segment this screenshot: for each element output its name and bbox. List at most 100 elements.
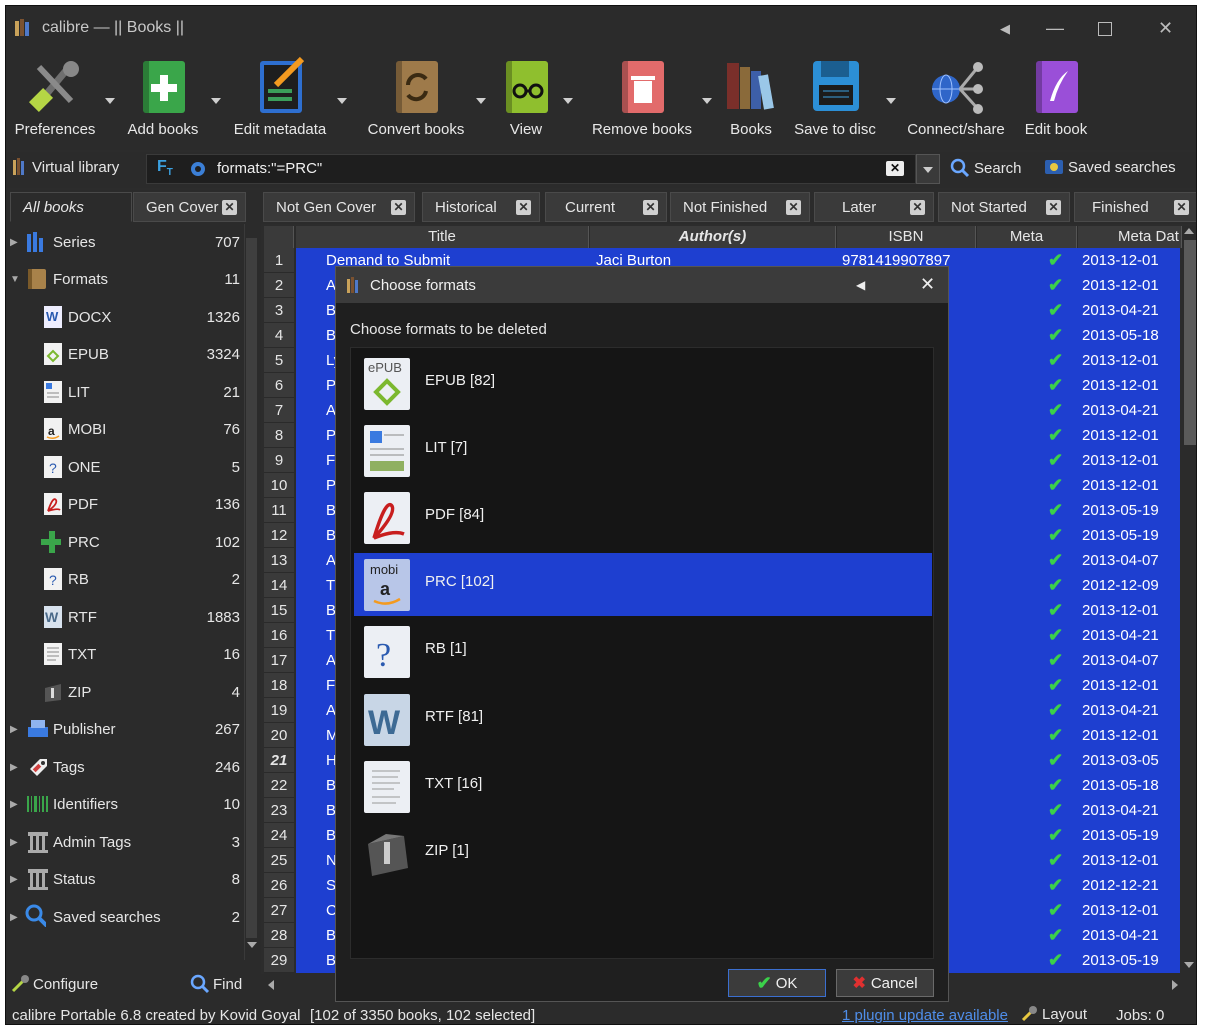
expand-arrow-icon[interactable]: ▶ (10, 912, 18, 923)
sidebar-item-mobi[interactable]: a MOBI 76 (6, 411, 244, 447)
back-arrow-icon[interactable]: ◀ (856, 278, 865, 292)
expand-arrow-icon[interactable]: ▶ (10, 237, 18, 248)
save-to-disc-button[interactable]: Save to disc (792, 55, 878, 138)
back-arrow-icon[interactable]: ◀ (1000, 21, 1010, 37)
format-item-zip[interactable]: ZIP [1] (354, 822, 932, 885)
edit-book-button[interactable]: Edit book (1020, 55, 1092, 138)
connect-share-button[interactable]: Connect/share (906, 55, 1006, 138)
ok-button[interactable]: ✔ OK (728, 969, 826, 997)
minimize-button[interactable]: — (1046, 18, 1064, 39)
plugin-update-link[interactable]: 1 plugin update available (842, 1007, 1008, 1024)
sidebar-item-series[interactable]: ▶ Series 707 (6, 224, 244, 260)
sidebar-item-saved-searches[interactable]: ▶ Saved searches 2 (6, 899, 244, 935)
expand-arrow-icon[interactable]: ▶ (10, 837, 18, 848)
preferences-button[interactable]: Preferences (15, 55, 95, 138)
close-tab-icon[interactable]: ✕ (1174, 200, 1189, 215)
books-button[interactable]: Books (721, 55, 781, 138)
formats-list[interactable]: ePUB EPUB [82] LIT [7] PDF [84] mobi a PR… (350, 347, 934, 959)
close-tab-icon[interactable]: ✕ (516, 200, 531, 215)
sidebar-item-pdf[interactable]: PDF 136 (6, 486, 244, 522)
format-item-epub[interactable]: ePUB EPUB [82] (354, 352, 932, 415)
expand-arrow-icon[interactable]: ▶ (10, 799, 18, 810)
remove-books-button[interactable]: Remove books (590, 55, 694, 138)
tab-not-finished[interactable]: Not Finished ✕ (670, 192, 810, 222)
find-button[interactable]: Find (190, 974, 242, 994)
close-tab-icon[interactable]: ✕ (643, 200, 658, 215)
clear-search-icon[interactable]: ✕ (886, 161, 904, 176)
expand-arrow-icon[interactable]: ▶ (10, 874, 18, 885)
sidebar-item-rtf[interactable]: W RTF 1883 (6, 599, 244, 635)
tab-historical[interactable]: Historical ✕ (422, 192, 540, 222)
book-list-scrollbar[interactable] (1182, 226, 1196, 974)
jobs-indicator[interactable]: Jobs: 0 (1116, 1007, 1164, 1024)
format-item-prc[interactable]: mobi a PRC [102] (354, 553, 932, 616)
column-header-isbn[interactable]: ISBN (837, 226, 976, 248)
close-tab-icon[interactable]: ✕ (391, 200, 406, 215)
sidebar-item-publisher[interactable]: ▶ Publisher 267 (6, 711, 244, 747)
tab-not-started[interactable]: Not Started ✕ (938, 192, 1070, 222)
column-header-authors[interactable]: Author(s) (590, 226, 836, 248)
search-button[interactable]: Search (950, 158, 1022, 178)
docx-icon: W (44, 306, 62, 328)
column-header-meta-date[interactable]: Meta Dat (1078, 226, 1182, 248)
close-window-button[interactable]: ✕ (1158, 18, 1173, 39)
sidebar-item-rb[interactable]: ? RB 2 (6, 561, 244, 597)
expand-arrow-icon[interactable]: ▶ (10, 724, 18, 735)
close-tab-icon[interactable]: ✕ (786, 200, 801, 215)
sidebar-item-prc[interactable]: PRC 102 (6, 524, 244, 560)
layout-button[interactable]: Layout (1020, 1005, 1087, 1023)
sidebar-item-one[interactable]: ? ONE 5 (6, 449, 244, 485)
scroll-right-arrow-icon[interactable] (1172, 980, 1178, 990)
search-history-dropdown[interactable] (916, 154, 940, 184)
format-item-rb[interactable]: ? RB [1] (354, 620, 932, 683)
virtual-library-button[interactable]: Virtual library (12, 158, 119, 176)
full-text-search-icon[interactable]: FT (157, 158, 173, 178)
sidebar-item-txt[interactable]: TXT 16 (6, 636, 244, 672)
close-tab-icon[interactable]: ✕ (910, 200, 925, 215)
collapse-arrow-icon[interactable]: ▼ (10, 274, 20, 285)
tab-all-books[interactable]: All books (10, 192, 132, 222)
add-books-button[interactable]: Add books (123, 55, 203, 138)
tab-not-gen-cover[interactable]: Not Gen Cover ✕ (263, 192, 415, 222)
sidebar-scroll-thumb[interactable] (246, 238, 257, 938)
sidebar-scrollbar[interactable] (244, 224, 258, 960)
sidebar-item-docx[interactable]: W DOCX 1326 (6, 299, 244, 335)
format-item-txt[interactable]: TXT [16] (354, 755, 932, 818)
sidebar-item-zip[interactable]: ZIP 4 (6, 674, 244, 710)
search-input[interactable]: FT formats:"=PRC" ✕ (146, 154, 916, 184)
sidebar-item-epub[interactable]: EPUB 3324 (6, 336, 244, 372)
maximize-button[interactable] (1098, 22, 1112, 36)
expand-arrow-icon[interactable]: ▶ (10, 762, 18, 773)
format-item-pdf[interactable]: PDF [84] (354, 486, 932, 549)
close-tab-icon[interactable]: ✕ (1046, 200, 1061, 215)
saved-searches-button[interactable]: Saved searches (1044, 158, 1176, 176)
scroll-down-arrow-icon[interactable] (1184, 962, 1194, 968)
tab-later[interactable]: Later ✕ (814, 192, 934, 222)
edit-metadata-button[interactable]: Edit metadata (230, 55, 330, 138)
sidebar-item-admin-tags[interactable]: ▶ Admin Tags 3 (6, 824, 244, 860)
scroll-left-arrow-icon[interactable] (268, 980, 274, 990)
configure-button[interactable]: Configure (10, 974, 98, 994)
close-dialog-button[interactable]: ✕ (920, 274, 935, 295)
sidebar-item-lit[interactable]: LIT 21 (6, 374, 244, 410)
tab-finished[interactable]: Finished ✕ (1074, 192, 1196, 222)
sidebar-item-identifiers[interactable]: ▶ Identifiers 10 (6, 786, 244, 822)
tab-gen-cover[interactable]: Gen Cover ✕ (133, 192, 246, 222)
convert-books-button[interactable]: Convert books (364, 55, 468, 138)
sidebar-item-status[interactable]: ▶ Status 8 (6, 861, 244, 897)
sidebar-item-formats[interactable]: ▼ Formats 11 (6, 261, 244, 297)
check-icon: ✔ (1048, 625, 1064, 645)
cancel-button[interactable]: ✖ Cancel (836, 969, 934, 997)
scroll-down-arrow-icon[interactable] (247, 942, 257, 948)
format-item-lit[interactable]: LIT [7] (354, 419, 932, 482)
book-list-scroll-thumb[interactable] (1184, 240, 1196, 445)
gear-icon[interactable] (189, 160, 207, 178)
column-header-title[interactable]: Title (296, 226, 589, 248)
view-button[interactable]: View (496, 55, 556, 138)
close-tab-icon[interactable]: ✕ (222, 200, 237, 215)
tab-current[interactable]: Current ✕ (545, 192, 667, 222)
scroll-up-arrow-icon[interactable] (1184, 228, 1194, 234)
column-header-meta[interactable]: Meta (977, 226, 1077, 248)
sidebar-item-tags[interactable]: ▶ Tags 246 (6, 749, 244, 785)
format-item-rtf[interactable]: W RTF [81] (354, 688, 932, 751)
